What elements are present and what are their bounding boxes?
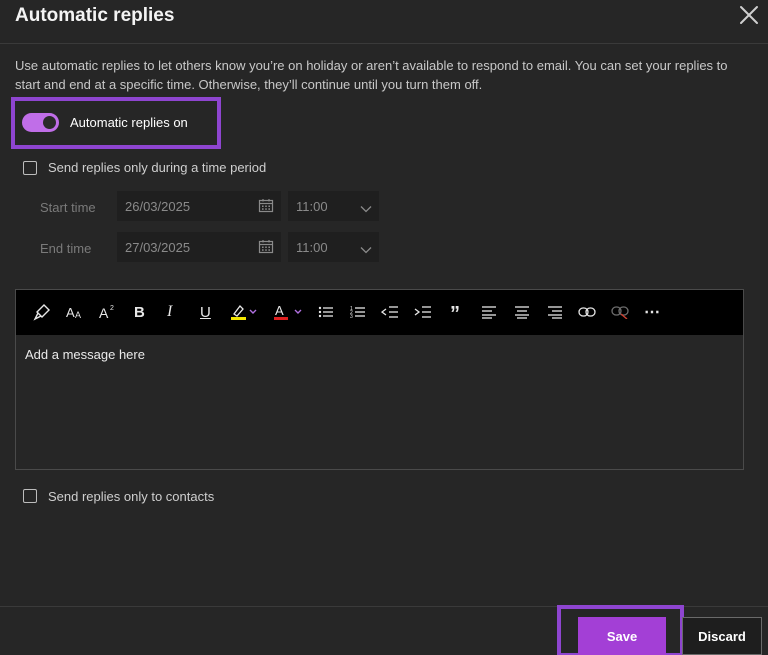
message-body[interactable]: Add a message here	[25, 347, 145, 362]
increase-indent-icon[interactable]	[414, 302, 432, 322]
dialog-title: Automatic replies	[15, 5, 175, 26]
svg-text:A: A	[75, 310, 81, 320]
time-period-checkbox-label: Send replies only during a time period	[48, 160, 267, 175]
discard-button[interactable]: Discard	[682, 617, 762, 655]
numbered-list-icon[interactable]: 123	[350, 302, 366, 322]
bullet-list-icon[interactable]	[318, 302, 334, 322]
remove-link-icon[interactable]	[611, 302, 629, 322]
save-button[interactable]: Save	[578, 617, 666, 655]
contacts-only-checkbox-label: Send replies only to contacts	[48, 489, 215, 504]
insert-link-icon[interactable]	[578, 302, 596, 322]
align-center-icon[interactable]	[514, 302, 530, 322]
end-time-label: End time	[40, 241, 92, 256]
svg-text:A: A	[99, 305, 109, 320]
svg-text:A: A	[66, 305, 75, 320]
decrease-indent-icon[interactable]	[381, 302, 399, 322]
bold-button[interactable]: B	[134, 302, 145, 322]
svg-text:A: A	[275, 303, 284, 318]
calendar-icon[interactable]	[258, 198, 274, 216]
chevron-down-icon	[360, 201, 372, 216]
highlight-color-icon[interactable]	[230, 302, 258, 322]
start-time-select[interactable]: 11:00	[288, 191, 379, 221]
auto-replies-toggle[interactable]	[22, 113, 59, 132]
more-options-button[interactable]: ⋯	[644, 302, 660, 322]
message-editor[interactable]: AA A2 B I U A 123 ” ⋯ Add a message here	[15, 289, 744, 470]
align-left-icon[interactable]	[481, 302, 497, 322]
format-toolbar: AA A2 B I U A 123 ” ⋯	[16, 290, 743, 335]
close-icon[interactable]	[738, 4, 760, 26]
underline-button[interactable]: U	[200, 302, 211, 322]
end-time-value: 11:00	[296, 240, 328, 255]
svg-text:3: 3	[350, 314, 353, 319]
format-painter-icon[interactable]	[33, 302, 51, 322]
end-date-value: 27/03/2025	[125, 240, 191, 255]
contacts-only-checkbox[interactable]	[23, 489, 37, 503]
start-date-value: 26/03/2025	[125, 199, 191, 214]
italic-button[interactable]: I	[167, 302, 172, 322]
chevron-down-icon	[360, 242, 372, 257]
dialog-description: Use automatic replies to let others know…	[15, 58, 728, 92]
end-time-select[interactable]: 11:00	[288, 232, 379, 262]
toggle-label: Automatic replies on	[70, 115, 188, 130]
superscript-icon[interactable]: A2	[99, 302, 117, 322]
toggle-knob	[43, 116, 56, 129]
time-period-checkbox[interactable]	[23, 161, 37, 175]
quote-button[interactable]: ”	[450, 303, 460, 325]
svg-text:2: 2	[110, 305, 114, 312]
start-time-label: Start time	[40, 200, 96, 215]
start-time-value: 11:00	[296, 199, 328, 214]
calendar-icon[interactable]	[258, 239, 274, 257]
start-date-field[interactable]: 26/03/2025	[117, 191, 281, 221]
header-divider	[0, 43, 768, 44]
end-date-field[interactable]: 27/03/2025	[117, 232, 281, 262]
font-size-icon[interactable]: AA	[66, 302, 84, 322]
font-color-icon[interactable]: A	[273, 302, 303, 322]
align-right-icon[interactable]	[547, 302, 563, 322]
